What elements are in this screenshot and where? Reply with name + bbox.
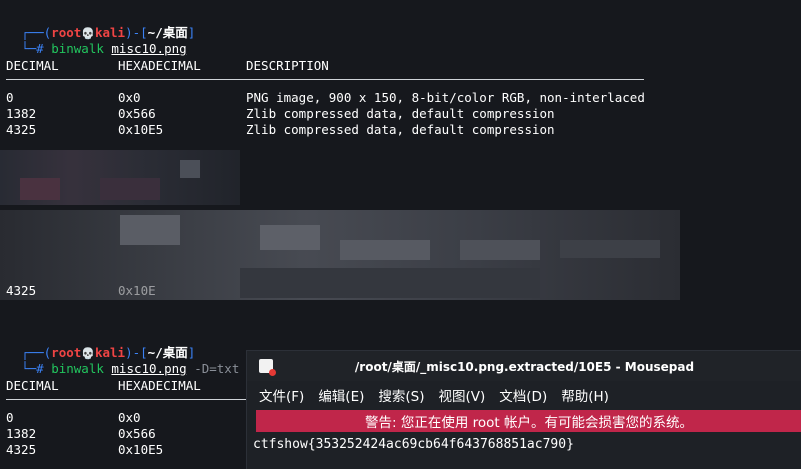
table-row-hex: 0x566 [118,426,156,441]
window-titlebar[interactable]: /root/桌面/_misc10.png.extracted/10E5 - Mo… [247,351,801,381]
table-row-decimal: 1382 [6,426,37,441]
table-row-hex: 0x566 [118,106,156,121]
command-arg: misc10.png [111,361,187,376]
menu-file[interactable]: 文件(F) [259,385,304,405]
prompt-line-1: ┌──(root💀kali)-[~/桌面] [21,25,196,40]
table-row-desc: PNG image, 900 x 150, 8-bit/color RGB, n… [246,90,645,105]
command-line-2: └─# binwalk misc10.png -D=txt [21,361,240,376]
menu-document[interactable]: 文档(D) [499,385,547,405]
command-arg: misc10.png [111,41,187,56]
header-hex: HEXADECIMAL [118,58,201,73]
table-row-hex: 0x0 [118,410,141,425]
window-title: /root/桌面/_misc10.png.extracted/10E5 - Mo… [354,359,695,374]
table-row-decimal: 0 [6,410,14,425]
warning-text: 警告: 您正在使用 root 帐户。有可能会损害您的系统。 [365,415,693,431]
root-warning-bar: 警告: 您正在使用 root 帐户。有可能会损害您的系统。 [256,410,801,432]
table-row-decimal: 1382 [6,106,37,121]
table-row-hex: 0x10E5 [118,122,164,137]
header-decimal: DECIMAL [6,58,59,73]
header-divider [6,79,644,80]
command-line-1: └─# binwalk misc10.png [21,41,187,56]
menu-bar: 文件(F) 编辑(E) 搜索(S) 视图(V) 文档(D) 帮助(H) [247,383,801,407]
menu-view[interactable]: 视图(V) [439,385,486,405]
header-divider [6,399,246,400]
table-row-hex: 0x10E5 [118,442,164,457]
header-hex: HEXADECIMAL [118,378,201,393]
header-decimal: DECIMAL [6,378,59,393]
table-row-decimal: 4325 [6,283,37,298]
command-option: -D=txt [194,361,240,376]
command-name: binwalk [51,41,104,56]
menu-search[interactable]: 搜索(S) [378,385,424,405]
table-row-desc: Zlib compressed data, default compressio… [246,122,555,137]
table-row-decimal: 0 [6,90,14,105]
table-row-hex: 0x10E [118,283,156,298]
menu-edit[interactable]: 编辑(E) [318,385,364,405]
prompt-line-2: ┌──(root💀kali)-[~/桌面] [21,345,196,360]
command-name: binwalk [51,361,104,376]
table-row-desc: Zlib compressed data, default compressio… [246,106,555,121]
table-row-hex: 0x0 [118,90,141,105]
table-row-decimal: 4325 [6,442,37,457]
header-description: DESCRIPTION [246,58,329,73]
mousepad-app-icon [259,359,276,376]
editor-text-area[interactable]: ctfshow{353252424ac69cb64f643768851ac790… [253,437,574,452]
menu-help[interactable]: 帮助(H) [561,385,609,405]
table-row-decimal: 4325 [6,122,37,137]
mousepad-window[interactable]: /root/桌面/_misc10.png.extracted/10E5 - Mo… [246,350,801,469]
